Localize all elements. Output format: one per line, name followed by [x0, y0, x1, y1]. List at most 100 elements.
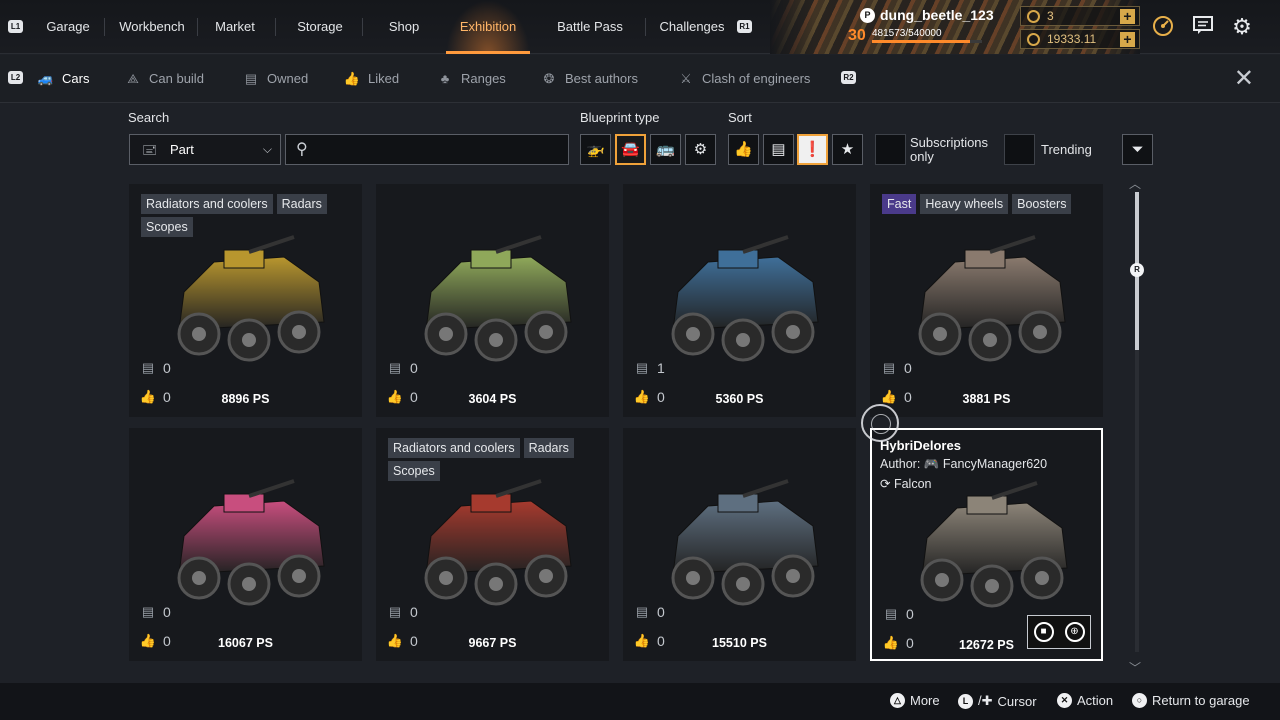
- blueprint-card[interactable]: Fast Heavy wheels Boosters ▤ 0 👍 0 3881 PS: [870, 184, 1103, 417]
- vehicle-render: [424, 235, 572, 362]
- blueprint-card[interactable]: ▤ 0 👍 0 16067 PS: [129, 428, 362, 661]
- coin-icon: [1027, 33, 1040, 46]
- downloads-count: 0: [906, 606, 914, 622]
- blueprint-other-button[interactable]: ⚙: [685, 134, 716, 165]
- gear-icon[interactable]: ⚙: [1229, 14, 1255, 40]
- scroll-down-arrow-icon[interactable]: ﹀: [1129, 659, 1141, 676]
- blueprint-car-button[interactable]: 🚘: [615, 134, 646, 165]
- card-tag: Heavy wheels: [920, 194, 1009, 214]
- steering-wheel-icon[interactable]: ⊕: [1064, 622, 1085, 642]
- power-score: 9667 PS: [468, 636, 517, 650]
- blueprint-card[interactable]: HybriDelores Author: 🎮 FancyManager620 ⟳…: [870, 428, 1103, 661]
- nav-divider: [104, 18, 105, 36]
- subtab-cars[interactable]: 🚙 Cars: [36, 55, 90, 103]
- tab-battle-pass[interactable]: Battle Pass: [540, 0, 640, 54]
- car-icon: 🚘: [621, 141, 640, 158]
- vehicle-render: [920, 481, 1068, 608]
- tab-garage[interactable]: Garage: [36, 0, 100, 54]
- nav-divider: [645, 18, 646, 36]
- trending-checkbox[interactable]: [1004, 134, 1035, 165]
- add-coupons-button[interactable]: +: [1120, 9, 1135, 24]
- more-hint[interactable]: △ More: [890, 693, 940, 708]
- r2-button-hint[interactable]: R2: [841, 71, 856, 84]
- sub-navigation: L2 🚙 Cars ⟁ Can build ▤ Owned 👍 Liked ♣ Range…: [0, 55, 1280, 103]
- player-level: 30: [848, 27, 866, 44]
- close-icon[interactable]: ✕: [1234, 64, 1254, 93]
- card-tag: Scopes: [388, 461, 440, 481]
- action-hint[interactable]: ✕ Action: [1057, 693, 1113, 708]
- messages-icon[interactable]: [1190, 14, 1216, 40]
- cross-button-icon: ✕: [1057, 693, 1072, 708]
- subtab-ranges[interactable]: ♣ Ranges: [435, 55, 506, 103]
- tab-market[interactable]: Market: [202, 0, 268, 54]
- add-coins-button[interactable]: +: [1120, 32, 1135, 47]
- author-label: Author:: [880, 457, 921, 471]
- blueprint-card[interactable]: ▤ 0 👍 0 3604 PS: [376, 184, 609, 417]
- player-name[interactable]: dung_beetle_123: [880, 7, 994, 23]
- subtab-clash-of-engineers[interactable]: ⚔ Clash of engineers: [676, 55, 810, 103]
- subtab-best-authors[interactable]: ❂ Best authors: [539, 55, 638, 103]
- r1-button-hint[interactable]: R1: [737, 20, 752, 33]
- card-downloads: ▤ 0: [139, 604, 171, 620]
- blueprint-card[interactable]: ▤ 0 👍 0 15510 PS: [623, 428, 856, 661]
- download-icon: ▤: [388, 360, 402, 375]
- card-tag: Radars: [523, 438, 574, 458]
- search-field[interactable]: ⚲: [285, 134, 569, 165]
- clear-filters-button[interactable]: ⏷: [1122, 134, 1153, 165]
- blueprint-card[interactable]: Radiators and coolers Radars Scopes ▤ 0 👍 0 96…: [376, 428, 609, 661]
- subtab-label: Cars: [62, 71, 90, 86]
- xp-progress-bar: [872, 40, 982, 43]
- circle-button-icon: ○: [1132, 693, 1147, 708]
- r-stick-icon: R: [1130, 263, 1144, 277]
- square-button-icon[interactable]: ■: [1033, 622, 1054, 642]
- cabin-icon: ⟳: [880, 477, 891, 491]
- subscriptions-only-checkbox[interactable]: [875, 134, 906, 165]
- card-tag: Fast: [882, 194, 917, 214]
- sort-new-button[interactable]: ❗: [797, 134, 828, 165]
- sort-label: Sort: [728, 110, 752, 125]
- engineer-icon: ⚙: [693, 141, 708, 158]
- subtab-owned[interactable]: ▤ Owned: [241, 55, 308, 103]
- xp-progress-fill: [872, 40, 971, 43]
- cursor-hint-label: Cursor: [997, 693, 1037, 709]
- return-to-garage-hint[interactable]: ○ Return to garage: [1132, 693, 1250, 708]
- tab-exhibition[interactable]: Exhibition: [446, 0, 530, 54]
- tab-storage[interactable]: Storage: [282, 0, 358, 54]
- download-icon: ▤: [635, 604, 649, 619]
- top-navigation: L1 Garage Workbench Market Storage Shop …: [0, 0, 1280, 54]
- tab-workbench[interactable]: Workbench: [110, 0, 194, 54]
- downloads-count: 0: [410, 604, 418, 620]
- speedometer-icon[interactable]: [1150, 14, 1176, 40]
- subtab-liked[interactable]: 👍 Liked: [342, 55, 399, 103]
- scroll-up-arrow-icon[interactable]: ︿: [1129, 175, 1141, 192]
- sort-downloads-button[interactable]: ▤: [763, 134, 794, 165]
- power-score: 8896 PS: [221, 392, 270, 406]
- vehicle-render: [424, 479, 572, 606]
- sort-likes-button[interactable]: 👍: [728, 134, 759, 165]
- search-input[interactable]: [318, 138, 558, 161]
- sort-favorites-button[interactable]: ★: [832, 134, 863, 165]
- helicopter-icon: 🚁: [586, 141, 605, 158]
- power-score: 5360 PS: [715, 392, 764, 406]
- downloads-count: 0: [410, 360, 418, 376]
- card-tag: Boosters: [1012, 194, 1072, 214]
- blueprint-card[interactable]: ▤ 1 👍 0 5360 PS: [623, 184, 856, 417]
- vehicle-render: [918, 235, 1066, 362]
- coupons-value: 3: [1047, 9, 1054, 23]
- subtab-can-build[interactable]: ⟁ Can build: [123, 55, 204, 103]
- card-tags: Radiators and coolers Radars Scopes: [141, 194, 356, 237]
- part-select[interactable]: 🖃 Part ⌵: [129, 134, 281, 165]
- blueprint-helicopter-button[interactable]: 🚁: [580, 134, 611, 165]
- card-tags: Fast Heavy wheels Boosters: [882, 194, 1097, 214]
- downloads-count: 0: [657, 604, 665, 620]
- tab-challenges[interactable]: Challenges: [652, 0, 732, 54]
- tab-shop[interactable]: Shop: [368, 0, 440, 54]
- cursor-hint[interactable]: L /✚ Cursor: [958, 693, 1037, 709]
- card-tags: Radiators and coolers Radars Scopes: [388, 438, 603, 481]
- blueprint-card[interactable]: Radiators and coolers Radars Scopes ▤ 0 👍 0 88…: [129, 184, 362, 417]
- power-score: 16067 PS: [218, 636, 273, 650]
- blueprint-author[interactable]: Author: 🎮 FancyManager620: [880, 457, 1047, 472]
- l1-button-hint[interactable]: L1: [8, 20, 23, 33]
- blueprint-truck-button[interactable]: 🚌: [650, 134, 681, 165]
- l2-button-hint[interactable]: L2: [8, 71, 23, 84]
